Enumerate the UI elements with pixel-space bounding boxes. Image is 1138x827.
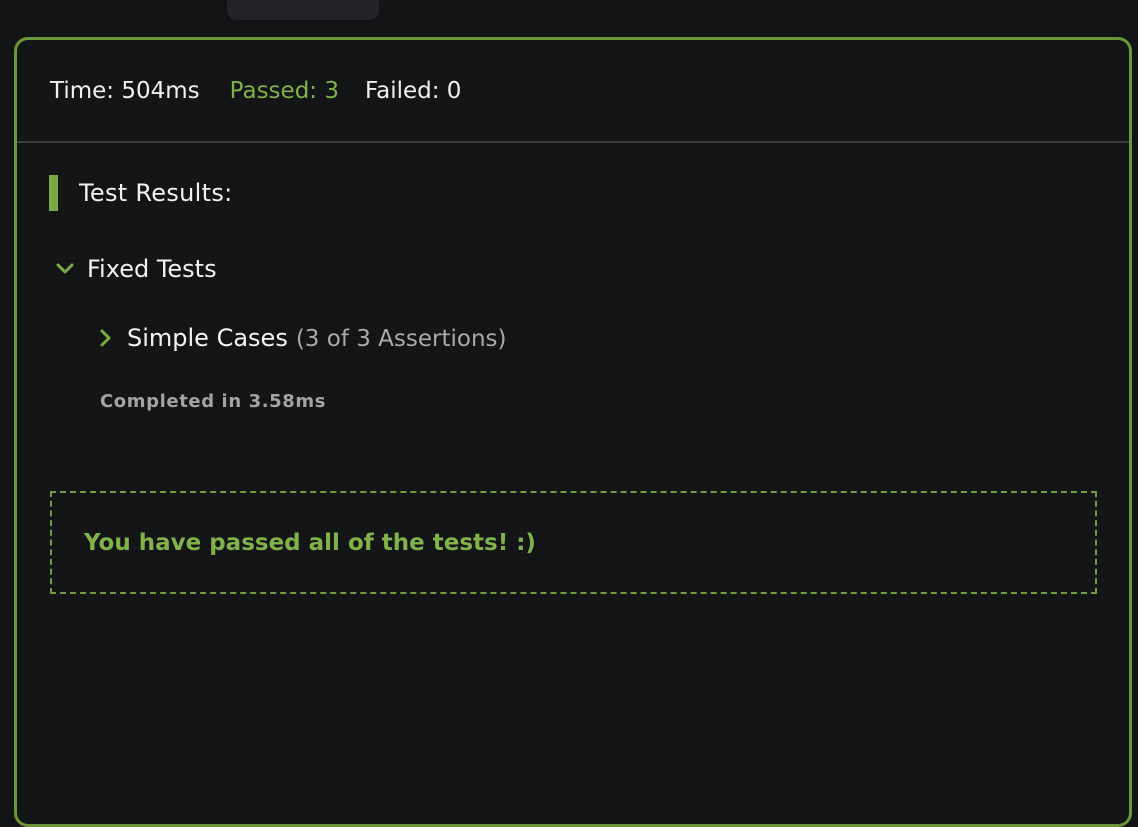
test-results-heading: Test Results: [49, 175, 233, 211]
chevron-down-icon[interactable] [55, 259, 75, 279]
heading-accent-bar [49, 175, 58, 211]
top-tab[interactable] [227, 0, 379, 20]
time-stat: Time: 504ms [50, 77, 200, 104]
completed-time: Completed in 3.58ms [100, 391, 327, 412]
pass-message: You have passed all of the tests! :) [84, 529, 536, 556]
case-label[interactable]: Simple Cases [127, 324, 288, 352]
stats-bar: Time: 504ms Passed: 3 Failed: 0 [17, 40, 1129, 143]
test-output-panel: Time: 504ms Passed: 3 Failed: 0 Test Res… [14, 37, 1132, 827]
failed-stat: Failed: 0 [364, 77, 462, 104]
simple-cases-item[interactable]: Simple Cases (3 of 3 Assertions) [97, 324, 507, 352]
pass-banner: You have passed all of the tests! :) [50, 491, 1097, 594]
group-label[interactable]: Fixed Tests [87, 255, 217, 283]
passed-stat: Passed: 3 [229, 77, 339, 104]
assertion-count: (3 of 3 Assertions) [295, 326, 507, 352]
fixed-tests-group[interactable]: Fixed Tests [55, 255, 217, 283]
chevron-right-icon[interactable] [97, 328, 115, 348]
heading-text: Test Results: [79, 179, 233, 207]
